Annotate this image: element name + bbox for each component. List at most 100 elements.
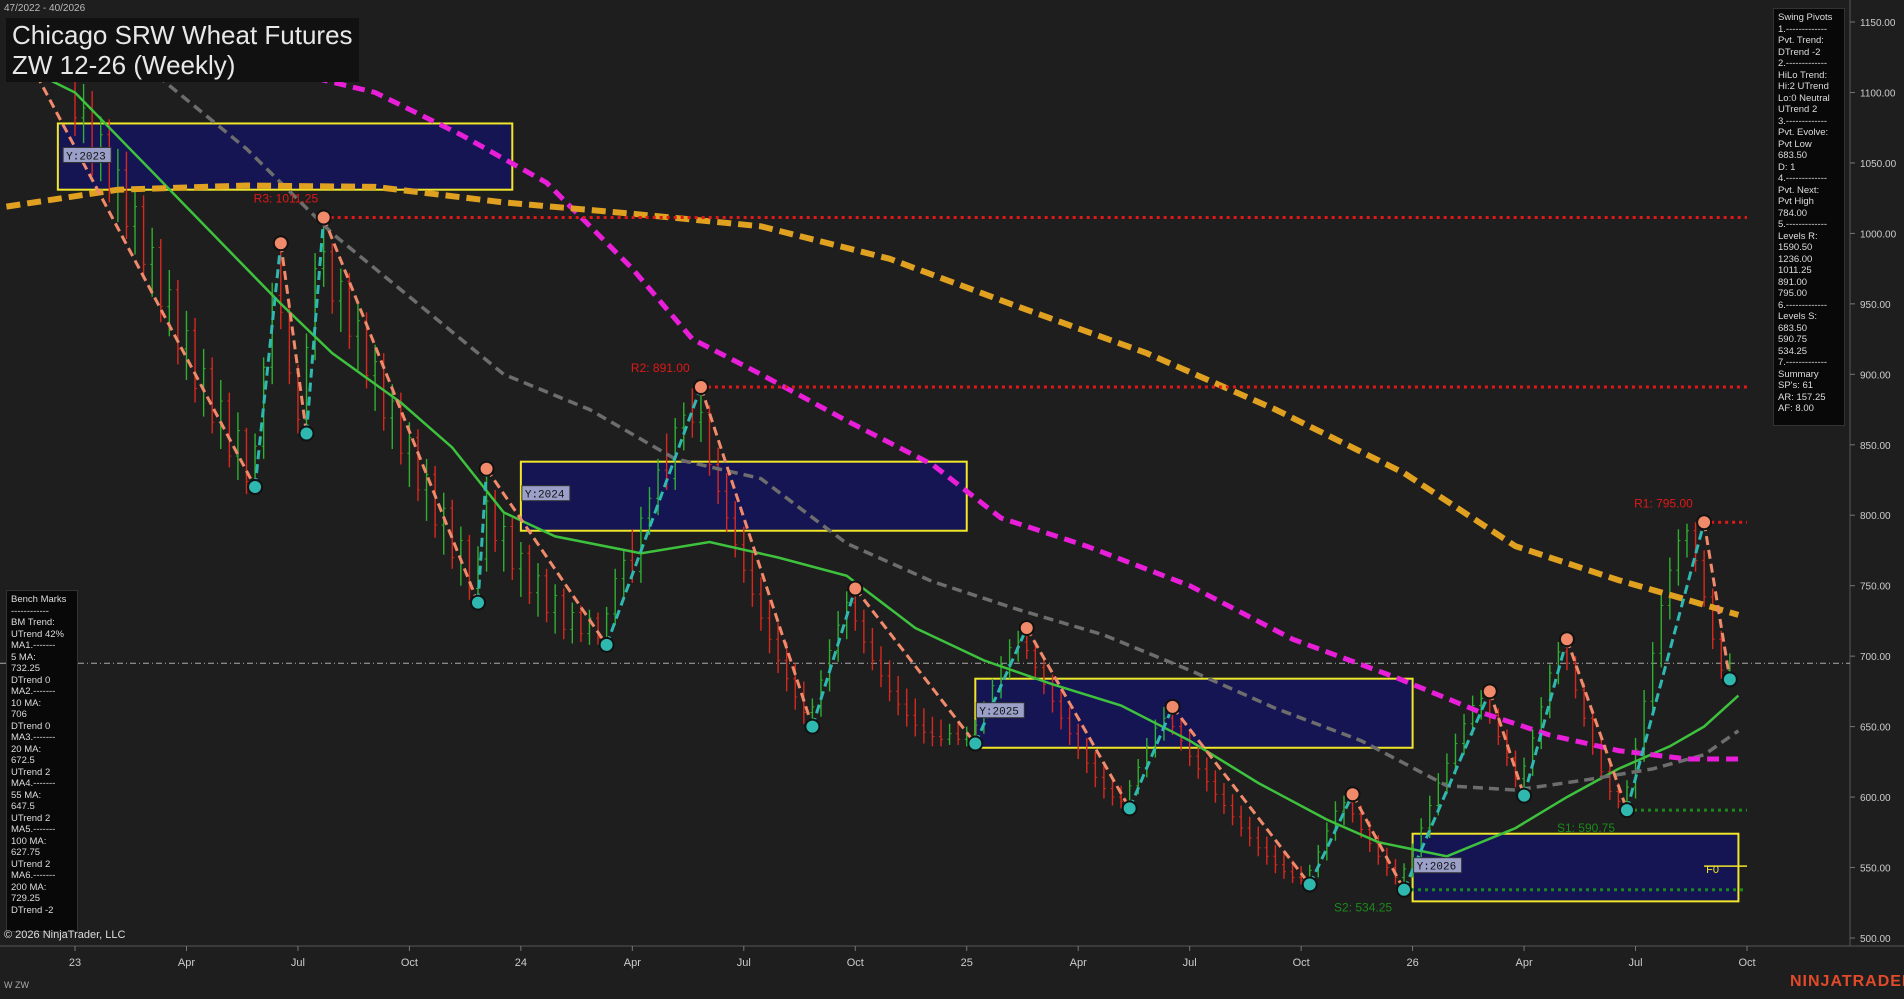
chart-subtitle: ZW 12-26 (Weekly) — [12, 50, 236, 80]
bench-marks-line: 647.5 — [11, 801, 35, 812]
y-tick-label: 850.00 — [1860, 441, 1891, 452]
date-range: 47/2022 - 40/2026 — [4, 3, 86, 14]
bench-marks-line: BM Trend: — [11, 617, 55, 628]
x-tick-label: Oct — [1293, 957, 1310, 969]
price-chart[interactable]: 500.00 550.00 600.00 650.00 700.00 750.00 800.… — [0, 0, 1904, 994]
x-tick-label: Oct — [401, 957, 418, 969]
y-tick-label: 550.00 — [1860, 864, 1891, 875]
bench-marks-line: 10 MA: — [11, 697, 42, 709]
pivot-low-marker — [598, 636, 615, 653]
pivot-high-marker — [1164, 698, 1181, 715]
pivot-low-marker — [298, 425, 315, 442]
swing-pivots-line: 5.------------- — [1778, 219, 1828, 230]
swing-pivots-line: Pvt. Evolve: — [1778, 127, 1829, 138]
pivot-high-marker — [1344, 786, 1361, 803]
bench-marks-line: Bench Marks — [11, 594, 67, 605]
bench-marks-line: 627.75 — [11, 847, 41, 858]
pivot-high-marker — [1558, 631, 1575, 648]
support-level-label: S1: 590.75 — [1557, 821, 1615, 835]
y-tick-label: 500.00 — [1860, 934, 1891, 945]
swing-pivots-line: DTrend -2 — [1778, 46, 1821, 58]
swing-pivots-line: 1590.50 — [1778, 242, 1813, 253]
bench-marks-line: ------------ — [11, 605, 49, 617]
support-level-label: S2: 534.25 — [1334, 901, 1392, 915]
ninjatrader-logo: NINJATRADER — [1790, 973, 1904, 990]
bench-marks-line: MA2.------- — [11, 686, 56, 697]
bench-marks-line: UTrend 2 — [11, 858, 51, 870]
swing-pivots-line: AF: 8.00 — [1778, 403, 1814, 414]
swing-pivots-line: 784.00 — [1778, 207, 1808, 219]
bench-marks-line: UTrend 42% — [11, 628, 64, 640]
bench-marks-line: MA3.------- — [11, 732, 56, 743]
swing-pivots-line: D: 1 — [1778, 161, 1796, 173]
y-tick-label: 1100.00 — [1860, 88, 1896, 99]
pivot-low-marker — [967, 735, 984, 752]
bench-marks-line: UTrend 2 — [11, 812, 51, 824]
swing-pivots-line: HiLo Trend: — [1778, 69, 1828, 81]
pivot-high-marker — [1696, 514, 1713, 531]
y-tick-label: 650.00 — [1860, 723, 1891, 734]
bench-marks-line: DTrend 0 — [11, 674, 51, 686]
resistance-level-label: R1: 795.00 — [1634, 496, 1693, 510]
x-tick-label: 23 — [69, 957, 81, 969]
bench-marks-line: 706 — [11, 709, 27, 720]
swing-pivots-line: Pvt Low — [1778, 138, 1812, 150]
swing-pivots-line: Hi:2 UTrend — [1778, 81, 1829, 92]
bench-marks-line: 672.5 — [11, 755, 35, 766]
pivot-high-marker — [692, 378, 709, 395]
x-tick-label: 26 — [1406, 957, 1418, 969]
swing-pivots-line: 2.------------- — [1778, 58, 1828, 69]
chart-area[interactable]: 500.00 550.00 600.00 650.00 700.00 750.00 800.… — [0, 0, 1904, 994]
bench-marks-line: 732.25 — [11, 663, 41, 674]
swing-pivots-line: Levels R: — [1778, 230, 1818, 242]
bench-marks-line: DTrend 0 — [11, 720, 51, 732]
bench-marks-line: 100 MA: — [11, 835, 47, 847]
swing-pivots-line: Summary — [1778, 368, 1819, 380]
y-tick-label: 1150.00 — [1860, 18, 1896, 29]
x-tick-label: Jul — [291, 957, 305, 969]
swing-pivots-line: 4.------------- — [1778, 173, 1828, 184]
x-tick-label: Apr — [178, 957, 195, 969]
y-tick-label: 750.00 — [1860, 582, 1891, 593]
bench-marks-panel: Bench Marks ------------ BM Trend: UTrend 4… — [6, 590, 78, 932]
bench-marks-line: MA6.------- — [11, 870, 56, 881]
pivot-low-marker — [1121, 800, 1138, 817]
swing-pivots-line: Swing Pivots — [1778, 12, 1833, 23]
pivot-low-marker — [1396, 881, 1413, 898]
swing-pivots-line: 1236.00 — [1778, 253, 1813, 265]
swing-pivots-line: 6.------------- — [1778, 299, 1828, 311]
year-box-label: Y:2023 — [66, 151, 106, 163]
resistance-level-label: R3: 1011.25 — [254, 192, 319, 206]
pivot-high-marker — [478, 460, 495, 477]
pivot-high-marker — [1481, 683, 1498, 700]
swing-pivots-line: AR: 157.25 — [1778, 391, 1826, 403]
bench-marks-line: MA1.------- — [11, 640, 56, 651]
pivot-low-marker — [1721, 671, 1738, 688]
pivot-high-marker — [1018, 619, 1035, 636]
resistance-level-label: R2: 891.00 — [631, 361, 690, 375]
x-tick-label: Apr — [624, 957, 641, 969]
pivot-low-marker — [1301, 876, 1318, 893]
bench-marks-line: 729.25 — [11, 893, 41, 904]
y-tick-label: 700.00 — [1860, 652, 1891, 663]
swing-pivots-line: 3.------------- — [1778, 115, 1828, 127]
swing-pivots-line: 1.------------- — [1778, 23, 1828, 35]
y-tick-label: 800.00 — [1860, 511, 1891, 522]
y-tick-label: 600.00 — [1860, 793, 1891, 804]
swing-pivots-line: 534.25 — [1778, 345, 1808, 357]
bench-marks-line: DTrend -2 — [11, 904, 54, 916]
y-tick-label: 950.00 — [1860, 300, 1891, 311]
x-tick-label: Oct — [847, 957, 864, 969]
x-tick-label: Oct — [1738, 957, 1755, 969]
swing-pivots-panel: Swing Pivots 1.------------- Pvt. Trend: DT… — [1773, 8, 1845, 426]
bench-marks-line: UTrend 2 — [11, 766, 51, 778]
year-box-label: Y:2026 — [1417, 862, 1457, 874]
pivot-low-marker — [1516, 787, 1533, 804]
swing-pivots-line: UTrend 2 — [1778, 104, 1818, 115]
x-tick-label: Jul — [737, 957, 751, 969]
x-tick-label: Jul — [1629, 957, 1643, 969]
swing-pivots-line: Pvt. Trend: — [1778, 35, 1824, 46]
swing-pivots-line: 683.50 — [1778, 150, 1808, 161]
year-range-box — [974, 677, 1414, 749]
chart-title-box: Chicago SRW Wheat Futures ZW 12-26 (Week… — [6, 18, 359, 82]
